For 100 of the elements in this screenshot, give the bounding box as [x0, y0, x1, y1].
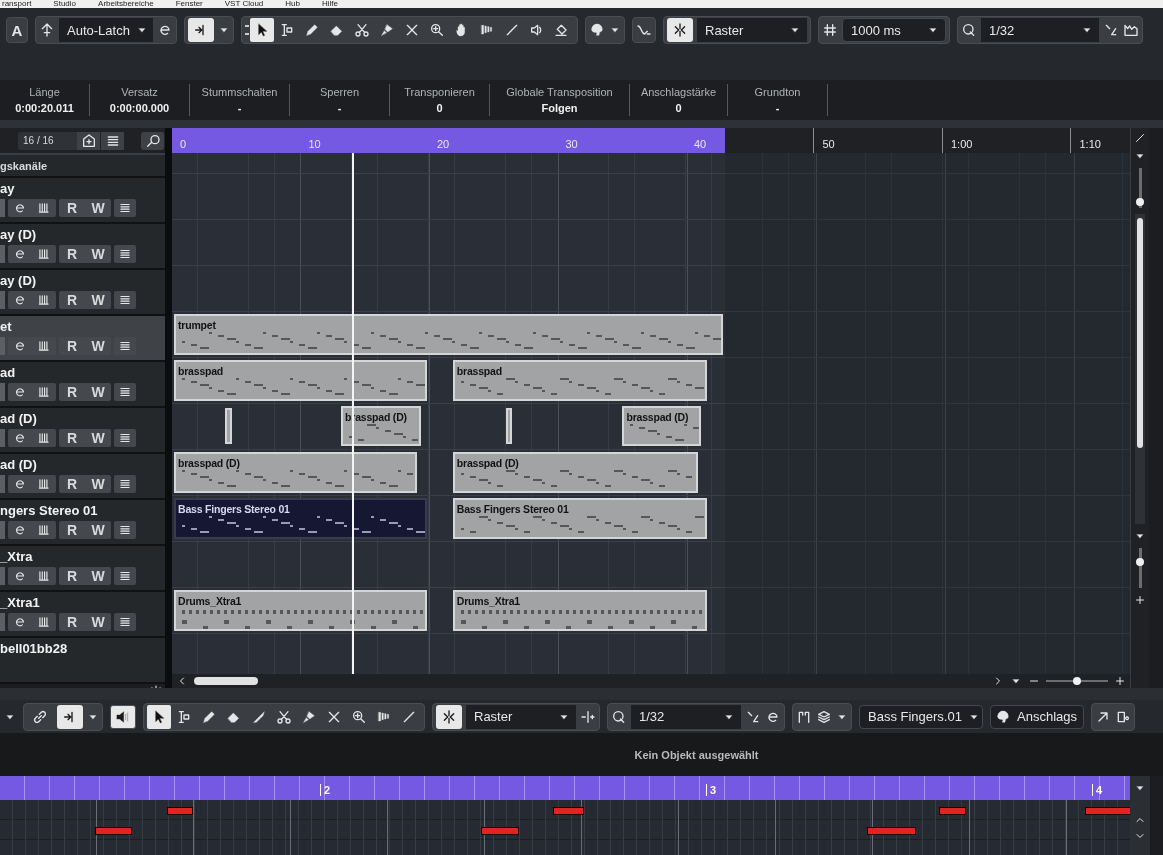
- midi-note[interactable]: [94, 827, 132, 835]
- scrollbar-thumb[interactable]: [194, 677, 258, 685]
- automation-icon[interactable]: [39, 22, 55, 38]
- midi-part[interactable]: brasspad: [452, 360, 708, 401]
- folder-button[interactable]: [77, 131, 102, 150]
- e-letter-icon[interactable]: [13, 477, 27, 491]
- line-icon[interactable]: [1134, 132, 1146, 144]
- keyboard-icon[interactable]: [37, 615, 51, 629]
- read-button[interactable]: R: [64, 338, 80, 354]
- autoscroll-button[interactable]: [188, 18, 214, 42]
- menu-item[interactable]: Fenster: [175, 0, 203, 8]
- track-menu-button[interactable]: [114, 429, 136, 447]
- midi-note[interactable]: [167, 807, 193, 815]
- track-header[interactable]: et R W: [0, 316, 165, 362]
- read-button[interactable]: R: [64, 430, 80, 446]
- time-ruler[interactable]: 0 10 20 30 40 50 1:00 1:10: [172, 128, 1130, 153]
- menu-item[interactable]: ransport: [2, 0, 32, 8]
- midi-part[interactable]: brasspad (D): [622, 406, 701, 446]
- info-value[interactable]: -: [775, 102, 780, 114]
- track-header[interactable]: _Xtra R W: [0, 546, 165, 592]
- constrain-button[interactable]: A: [6, 17, 28, 43]
- curve-button[interactable]: [632, 17, 656, 43]
- plus-icon[interactable]: [1114, 675, 1126, 687]
- keyboard-icon[interactable]: [37, 477, 51, 491]
- midi-note[interactable]: [480, 827, 519, 835]
- menu-item[interactable]: Hub: [285, 0, 300, 8]
- list-button[interactable]: [101, 131, 126, 150]
- read-button[interactable]: R: [64, 568, 80, 584]
- menu-item[interactable]: Hilfe: [322, 0, 338, 8]
- e-letter-icon[interactable]: [13, 385, 27, 399]
- e-letter-icon[interactable]: [13, 431, 27, 445]
- write-button[interactable]: W: [90, 292, 106, 308]
- midi-part[interactable]: [505, 408, 512, 444]
- snap-type-dropdown[interactable]: Raster: [466, 704, 576, 729]
- menu-item[interactable]: VST Cloud: [224, 0, 264, 8]
- read-button[interactable]: R: [64, 246, 80, 262]
- keyboard-icon[interactable]: [37, 247, 51, 261]
- track-header[interactable]: ay R W: [0, 178, 165, 224]
- track-menu-button[interactable]: [114, 475, 136, 493]
- swing-icon[interactable]: [1103, 22, 1119, 38]
- track-menu-button[interactable]: [114, 613, 136, 631]
- read-button[interactable]: R: [64, 200, 80, 216]
- grid-dropdown[interactable]: 1000 ms: [842, 18, 946, 42]
- write-button[interactable]: W: [90, 200, 106, 216]
- slider-thumb[interactable]: [1073, 677, 1081, 685]
- midi-part[interactable]: Bass Fingers Stereo 01: [452, 498, 708, 539]
- part-dropdown[interactable]: Bass Fingers.01: [859, 704, 983, 729]
- quantize-dropdown[interactable]: 1/32: [981, 18, 1099, 42]
- track-header[interactable]: ngers Stereo 01 R W: [0, 500, 165, 546]
- track-menu-button[interactable]: [114, 199, 136, 217]
- midi-part[interactable]: brasspad: [174, 360, 428, 401]
- slider-thumb[interactable]: [1136, 557, 1144, 566]
- keyboard-icon[interactable]: [37, 523, 51, 537]
- midi-note[interactable]: [553, 807, 584, 815]
- bar-ruler[interactable]: 2 3 4: [0, 776, 1130, 800]
- track-menu-button[interactable]: [114, 521, 136, 539]
- head-icon[interactable]: [589, 22, 605, 38]
- info-value[interactable]: -: [337, 102, 342, 114]
- autoscroll-button[interactable]: [57, 704, 83, 729]
- write-button[interactable]: W: [90, 246, 106, 262]
- menu-item[interactable]: Studio: [53, 0, 77, 8]
- track-header[interactable]: bell01bb28: [0, 638, 165, 684]
- insert-icon[interactable]: [580, 708, 596, 725]
- track-menu-button[interactable]: [114, 567, 136, 585]
- midi-part[interactable]: Drums_Xtra1: [174, 590, 428, 631]
- plus-icon[interactable]: [1134, 594, 1146, 606]
- write-button[interactable]: W: [90, 568, 106, 584]
- layers-icon[interactable]: [816, 708, 832, 725]
- automation-mode-dropdown[interactable]: Auto-Latch: [59, 18, 153, 42]
- write-button[interactable]: W: [90, 476, 106, 492]
- controller-lane-button[interactable]: Anschlags: [990, 704, 1084, 729]
- tool-button[interactable]: [147, 704, 171, 729]
- midi-part[interactable]: Bass Fingers Stereo 01: [174, 498, 428, 539]
- e-letter-icon[interactable]: [13, 569, 27, 583]
- read-button[interactable]: R: [64, 614, 80, 630]
- e-letter-icon[interactable]: [13, 293, 27, 307]
- q-letter-icon[interactable]: [961, 22, 977, 38]
- e-letter-icon[interactable]: [13, 247, 27, 261]
- read-button[interactable]: R: [64, 522, 80, 538]
- keyboard-icon[interactable]: [37, 201, 51, 215]
- track-header[interactable]: ay (D) R W: [0, 270, 165, 316]
- menu-item[interactable]: Arbeitsbereiche: [98, 0, 154, 8]
- info-value[interactable]: 0: [436, 102, 443, 114]
- info-value[interactable]: Folgen: [541, 102, 578, 114]
- track-header[interactable]: ay (D) R W: [0, 224, 165, 270]
- e-letter-icon[interactable]: [13, 201, 27, 215]
- slider-thumb[interactable]: [1136, 198, 1144, 207]
- track-header[interactable]: ad (D) R W: [0, 454, 165, 500]
- track-menu-button[interactable]: [114, 245, 136, 263]
- write-button[interactable]: W: [90, 614, 106, 630]
- info-value[interactable]: 0: [675, 102, 682, 114]
- track-header[interactable]: ad (D) R W: [0, 408, 165, 454]
- keyboard-icon[interactable]: [37, 293, 51, 307]
- write-button[interactable]: W: [90, 338, 106, 354]
- read-button[interactable]: R: [64, 384, 80, 400]
- track-header[interactable]: ad R W: [0, 362, 165, 408]
- midi-part[interactable]: brasspad (D): [174, 452, 417, 493]
- snap-type-dropdown[interactable]: Raster: [697, 18, 807, 42]
- midi-part[interactable]: brasspad (D): [452, 452, 699, 493]
- e-letter-icon[interactable]: [13, 523, 27, 537]
